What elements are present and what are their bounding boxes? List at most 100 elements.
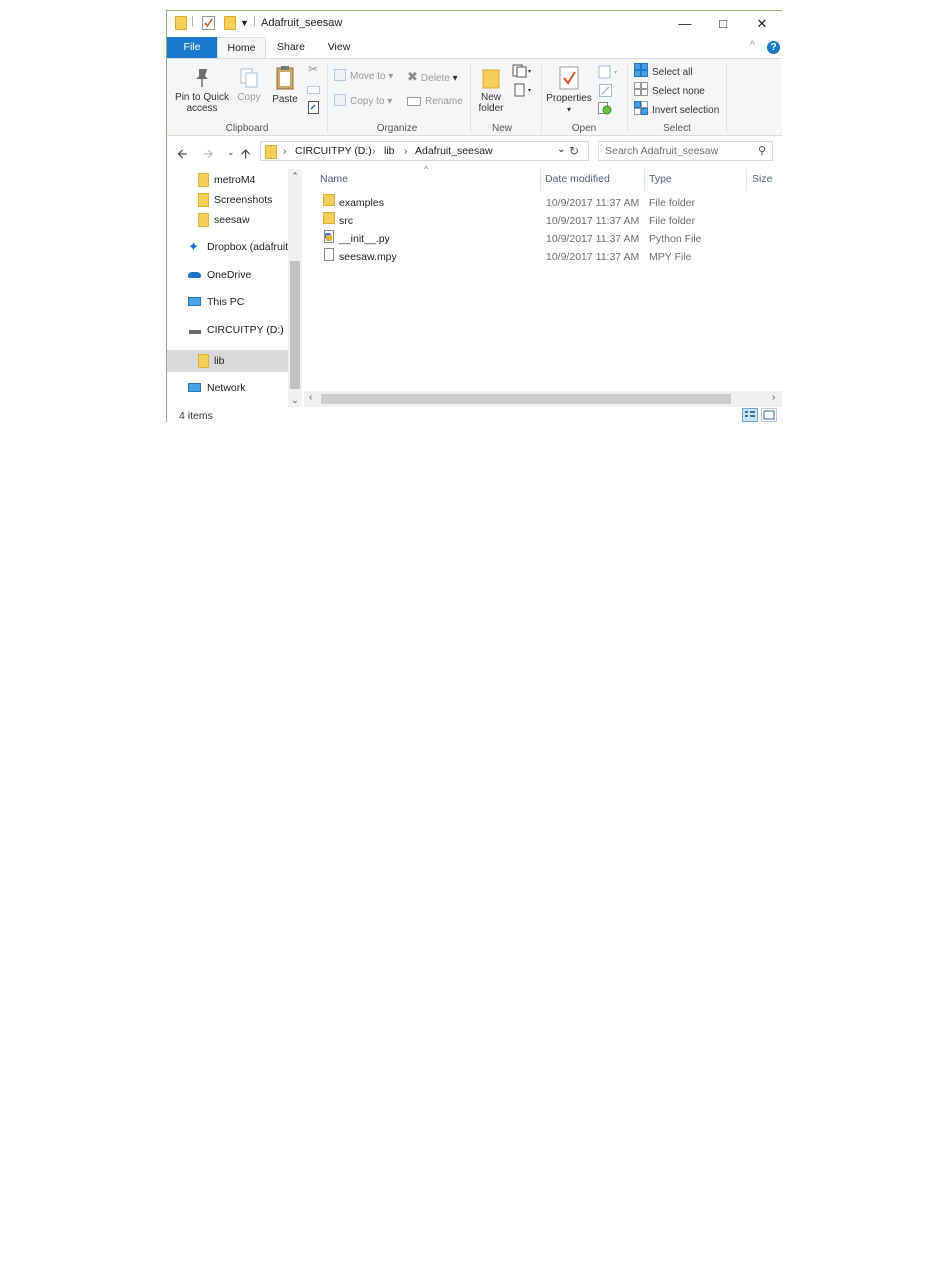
breadcrumb-circuitpy[interactable]: CIRCUITPY (D:) (295, 145, 372, 157)
refresh-icon[interactable]: ↻ (569, 144, 579, 158)
column-divider[interactable] (746, 169, 747, 191)
column-header-date-modified[interactable]: Date modified (545, 173, 610, 185)
address-bar[interactable]: › CIRCUITPY (D:) › lib › Adafruit_seesaw… (260, 141, 589, 161)
tab-share[interactable]: Share (268, 37, 314, 59)
file-type: Python File (649, 233, 702, 245)
search-input[interactable] (599, 142, 755, 160)
nav-item-onedrive[interactable]: OneDrive (167, 264, 288, 286)
paste-shortcut-icon[interactable] (306, 101, 320, 117)
forward-arrow-icon[interactable]: 🡪 (203, 145, 214, 167)
new-group-label: New (491, 123, 512, 134)
breadcrumb-separator[interactable]: › (404, 145, 408, 157)
pin-to-quick-access-button[interactable]: Pin to Quick access (171, 67, 233, 114)
nav-item-network[interactable]: Network (167, 377, 288, 399)
copy-button[interactable]: Copy (233, 67, 265, 103)
file-row-examples[interactable]: examples 10/9/2017 11:37 AM File folder (317, 194, 782, 212)
open-icon[interactable] (598, 65, 620, 82)
select-all-label: Select all (652, 67, 693, 78)
invert-selection-button[interactable]: Invert selection (634, 101, 719, 117)
breadcrumb-adafruit-seesaw[interactable]: Adafruit_seesaw (415, 145, 493, 157)
nav-item-circuitpy[interactable]: CIRCUITPY (D:) (167, 319, 288, 341)
scrollbar-thumb[interactable] (290, 261, 300, 389)
up-arrow-icon[interactable]: 🡩 (241, 145, 250, 167)
file-row-src[interactable]: src 10/9/2017 11:37 AM File folder (317, 212, 782, 230)
select-none-button[interactable]: Select none (634, 82, 705, 98)
nav-item-metrom4[interactable]: metroM4 (167, 169, 288, 191)
column-header-name[interactable]: Name (320, 173, 348, 185)
column-header-type[interactable]: Type (649, 173, 672, 185)
move-to-icon (334, 69, 346, 81)
column-divider[interactable] (540, 169, 541, 191)
help-icon[interactable]: ? (767, 41, 780, 54)
select-all-button[interactable]: Select all (634, 63, 693, 79)
properties-icon (559, 66, 579, 90)
search-icon[interactable]: ⚲ (758, 144, 766, 157)
delete-button[interactable]: ✖ Delete ▾ (407, 69, 458, 85)
breadcrumb-separator[interactable]: › (372, 145, 376, 157)
pin-icon (196, 69, 208, 87)
group-separator (726, 63, 727, 133)
qa-customize-icon[interactable]: ▼ (240, 18, 249, 34)
large-icons-view-icon[interactable] (761, 408, 777, 422)
recent-locations-icon[interactable]: ⌄ (227, 147, 235, 158)
cut-icon[interactable]: ✂ (306, 63, 320, 75)
nav-item-dropbox[interactable]: ✦ Dropbox (adafruit (167, 236, 288, 258)
new-folder-qa-icon[interactable] (224, 16, 236, 30)
move-to-button[interactable]: Move to ▾ (334, 69, 393, 85)
tab-file[interactable]: File (167, 37, 217, 59)
breadcrumb-lib[interactable]: lib (384, 145, 395, 157)
new-folder-button[interactable]: New folder (474, 67, 508, 114)
collapse-ribbon-icon[interactable]: ^ (750, 40, 755, 51)
nav-item-label: This PC (207, 296, 245, 308)
scrollbar-thumb[interactable] (321, 394, 731, 404)
file-date: 10/9/2017 11:37 AM (546, 233, 640, 245)
search-box[interactable]: ⚲ (598, 141, 773, 161)
tab-home[interactable]: Home (217, 37, 266, 59)
file-row-init-py[interactable]: __init__.py 10/9/2017 11:37 AM Python Fi… (317, 230, 782, 248)
rename-button[interactable]: Rename (407, 94, 463, 110)
nav-item-label: Dropbox (adafruit (207, 241, 288, 253)
copy-to-icon (334, 94, 346, 106)
nav-pane-scrollbar[interactable]: ⌃ ⌄ (288, 169, 302, 407)
properties-label: Properties (546, 93, 592, 104)
copy-path-icon[interactable] (306, 85, 320, 98)
easy-access-icon[interactable] (512, 83, 532, 100)
nav-item-label: Network (207, 382, 246, 394)
details-view-icon[interactable] (742, 408, 758, 422)
close-button[interactable]: ✕ (743, 11, 781, 37)
new-folder-label: New folder (478, 92, 504, 114)
address-dropdown-icon[interactable]: ⌄ (557, 144, 565, 155)
back-arrow-icon[interactable]: 🡨 (177, 145, 188, 167)
file-list-horizontal-scrollbar[interactable]: ‹ › (304, 391, 782, 407)
nav-item-lib[interactable]: lib (167, 350, 288, 372)
drive-icon (189, 330, 201, 334)
minimize-button[interactable]: — (666, 11, 704, 37)
select-all-icon (634, 63, 648, 77)
new-item-icon[interactable] (512, 64, 532, 81)
nav-item-this-pc[interactable]: This PC (167, 291, 288, 313)
scroll-up-icon[interactable]: ⌃ (288, 171, 302, 182)
properties-qa-icon[interactable] (202, 16, 215, 30)
history-icon[interactable] (598, 102, 612, 118)
pin-label: Pin to Quick access (175, 92, 229, 114)
nav-item-seesaw[interactable]: seesaw (167, 209, 288, 231)
properties-button[interactable]: Properties ▾ (545, 66, 593, 115)
scroll-right-icon[interactable]: › (772, 392, 775, 403)
nav-item-screenshots[interactable]: Screenshots (167, 189, 288, 211)
scroll-left-icon[interactable]: ‹ (309, 392, 312, 403)
copy-to-button[interactable]: Copy to ▾ (334, 94, 392, 110)
file-date: 10/9/2017 11:37 AM (546, 251, 640, 263)
edit-icon[interactable] (598, 84, 612, 100)
breadcrumb-separator[interactable]: › (283, 145, 287, 157)
dropbox-icon: ✦ (188, 239, 199, 254)
nav-item-label: CIRCUITPY (D:) (207, 324, 284, 336)
column-header-size[interactable]: Size (752, 173, 772, 185)
rename-icon (407, 97, 421, 106)
paste-button[interactable]: Paste (268, 65, 302, 105)
tab-view[interactable]: View (316, 37, 362, 59)
file-row-seesaw-mpy[interactable]: seesaw.mpy 10/9/2017 11:37 AM MPY File (317, 248, 782, 266)
nav-item-label: seesaw (214, 214, 250, 226)
column-divider[interactable] (644, 169, 645, 191)
maximize-button[interactable]: □ (704, 11, 742, 37)
scroll-down-icon[interactable]: ⌄ (288, 395, 302, 406)
